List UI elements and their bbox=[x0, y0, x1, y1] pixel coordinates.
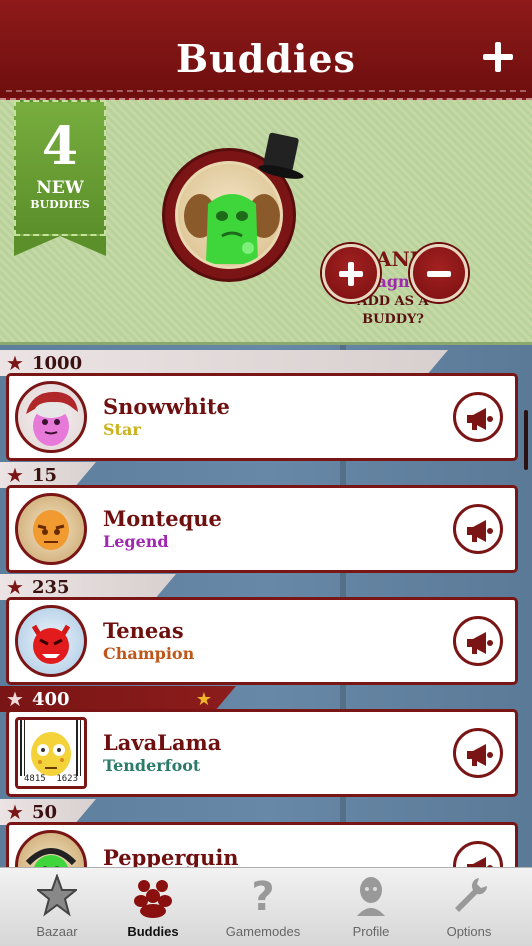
buddy-name: Snowwhite bbox=[103, 394, 230, 419]
buddy-score: 400 bbox=[32, 689, 70, 710]
tab-gamemodes[interactable]: ? Gamemodes bbox=[210, 868, 316, 946]
tab-label: Bazaar bbox=[36, 924, 78, 939]
tab-label: Buddies bbox=[127, 924, 179, 939]
tab-label: Options bbox=[446, 924, 492, 939]
buddy-score: 235 bbox=[32, 577, 70, 598]
accept-buddy-button[interactable] bbox=[322, 244, 380, 302]
buddy-score: 50 bbox=[32, 802, 58, 823]
tab-label: Profile bbox=[352, 924, 390, 939]
tab-bazaar[interactable]: Bazaar bbox=[4, 868, 110, 946]
question-icon: ? bbox=[251, 874, 274, 918]
star-icon: ★ bbox=[6, 575, 24, 599]
buddy-name: Teneas bbox=[103, 618, 184, 643]
add-buddy-button[interactable] bbox=[480, 40, 516, 76]
buddy-list[interactable]: ★ 1000 Snowwhite Star ★ 15 Monteque Lege… bbox=[0, 345, 532, 867]
top-hat-icon bbox=[257, 132, 305, 187]
challenge-button[interactable] bbox=[453, 504, 503, 554]
buddy-avatar bbox=[15, 605, 87, 677]
buddy-card[interactable]: Snowwhite Star bbox=[6, 373, 518, 461]
challenge-button[interactable] bbox=[453, 841, 503, 867]
megaphone-icon bbox=[467, 632, 493, 654]
svg-text:?: ? bbox=[251, 874, 274, 918]
buddy-card[interactable]: Monteque Legend bbox=[6, 485, 518, 573]
buddy-rank: Star bbox=[103, 420, 141, 439]
add-buddy-question-line2: BUDDY? bbox=[362, 312, 424, 327]
buddy-score: 1000 bbox=[32, 353, 83, 374]
featured-request-panel: 4 NEW BUDDIES FRANKY Magnet ADD AS A BUD… bbox=[0, 100, 532, 345]
megaphone-icon bbox=[467, 744, 493, 766]
star-icon: ★ bbox=[6, 351, 24, 375]
buddy-card[interactable]: Pepperguin bbox=[6, 822, 518, 867]
tab-options[interactable]: Options bbox=[416, 868, 522, 946]
tab-profile[interactable]: Profile bbox=[318, 868, 424, 946]
buddy-avatar bbox=[15, 493, 87, 565]
buddies-icon bbox=[134, 880, 172, 918]
barcode-right: 1623 bbox=[56, 774, 78, 784]
star-icon: ★ bbox=[6, 687, 24, 711]
star-icon bbox=[37, 874, 77, 917]
buddy-name: LavaLama bbox=[103, 730, 222, 755]
new-buddies-count: 4 bbox=[41, 116, 79, 177]
new-buddies-ribbon[interactable]: 4 NEW BUDDIES bbox=[14, 100, 106, 256]
challenge-button[interactable] bbox=[453, 728, 503, 778]
tab-bar: Bazaar Buddies ? Gamemodes Profile Optio… bbox=[0, 867, 532, 946]
header-stitch bbox=[6, 90, 526, 92]
challenge-button[interactable] bbox=[453, 616, 503, 666]
star-icon: ★ bbox=[6, 800, 24, 824]
buddy-rank: Champion bbox=[103, 644, 195, 663]
header-bar: Buddies bbox=[0, 0, 532, 100]
barcode-left: 4815 bbox=[24, 774, 46, 784]
buddy-card[interactable]: 4815 1623 LavaLama Tenderfoot bbox=[6, 709, 518, 797]
buddy-score: 15 bbox=[32, 465, 58, 486]
decline-buddy-button[interactable] bbox=[410, 244, 468, 302]
buddy-card[interactable]: Teneas Champion bbox=[6, 597, 518, 685]
megaphone-icon bbox=[467, 408, 493, 430]
megaphone-icon bbox=[467, 857, 493, 867]
buddy-rank: Tenderfoot bbox=[103, 756, 201, 775]
buddy-name: Pepperguin bbox=[103, 845, 239, 867]
star-icon: ★ bbox=[6, 463, 24, 487]
buddy-avatar bbox=[15, 830, 87, 867]
gold-star-icon: ★ bbox=[195, 689, 212, 710]
buddy-name: Monteque bbox=[103, 506, 222, 531]
tab-buddies[interactable]: Buddies bbox=[100, 868, 206, 946]
buddy-avatar bbox=[15, 381, 87, 453]
ribbon-buddies-label: BUDDIES bbox=[30, 198, 90, 211]
profile-icon bbox=[357, 877, 385, 916]
buddy-rank: Legend bbox=[103, 532, 169, 551]
page-title: Buddies bbox=[176, 36, 356, 81]
ribbon-new-label: NEW bbox=[36, 178, 84, 198]
tab-label: Gamemodes bbox=[225, 924, 301, 939]
buddy-avatar: 4815 1623 bbox=[15, 717, 87, 789]
challenge-button[interactable] bbox=[453, 392, 503, 442]
wrench-icon bbox=[455, 878, 488, 912]
list-scrollbar[interactable] bbox=[524, 410, 528, 470]
megaphone-icon bbox=[467, 520, 493, 542]
